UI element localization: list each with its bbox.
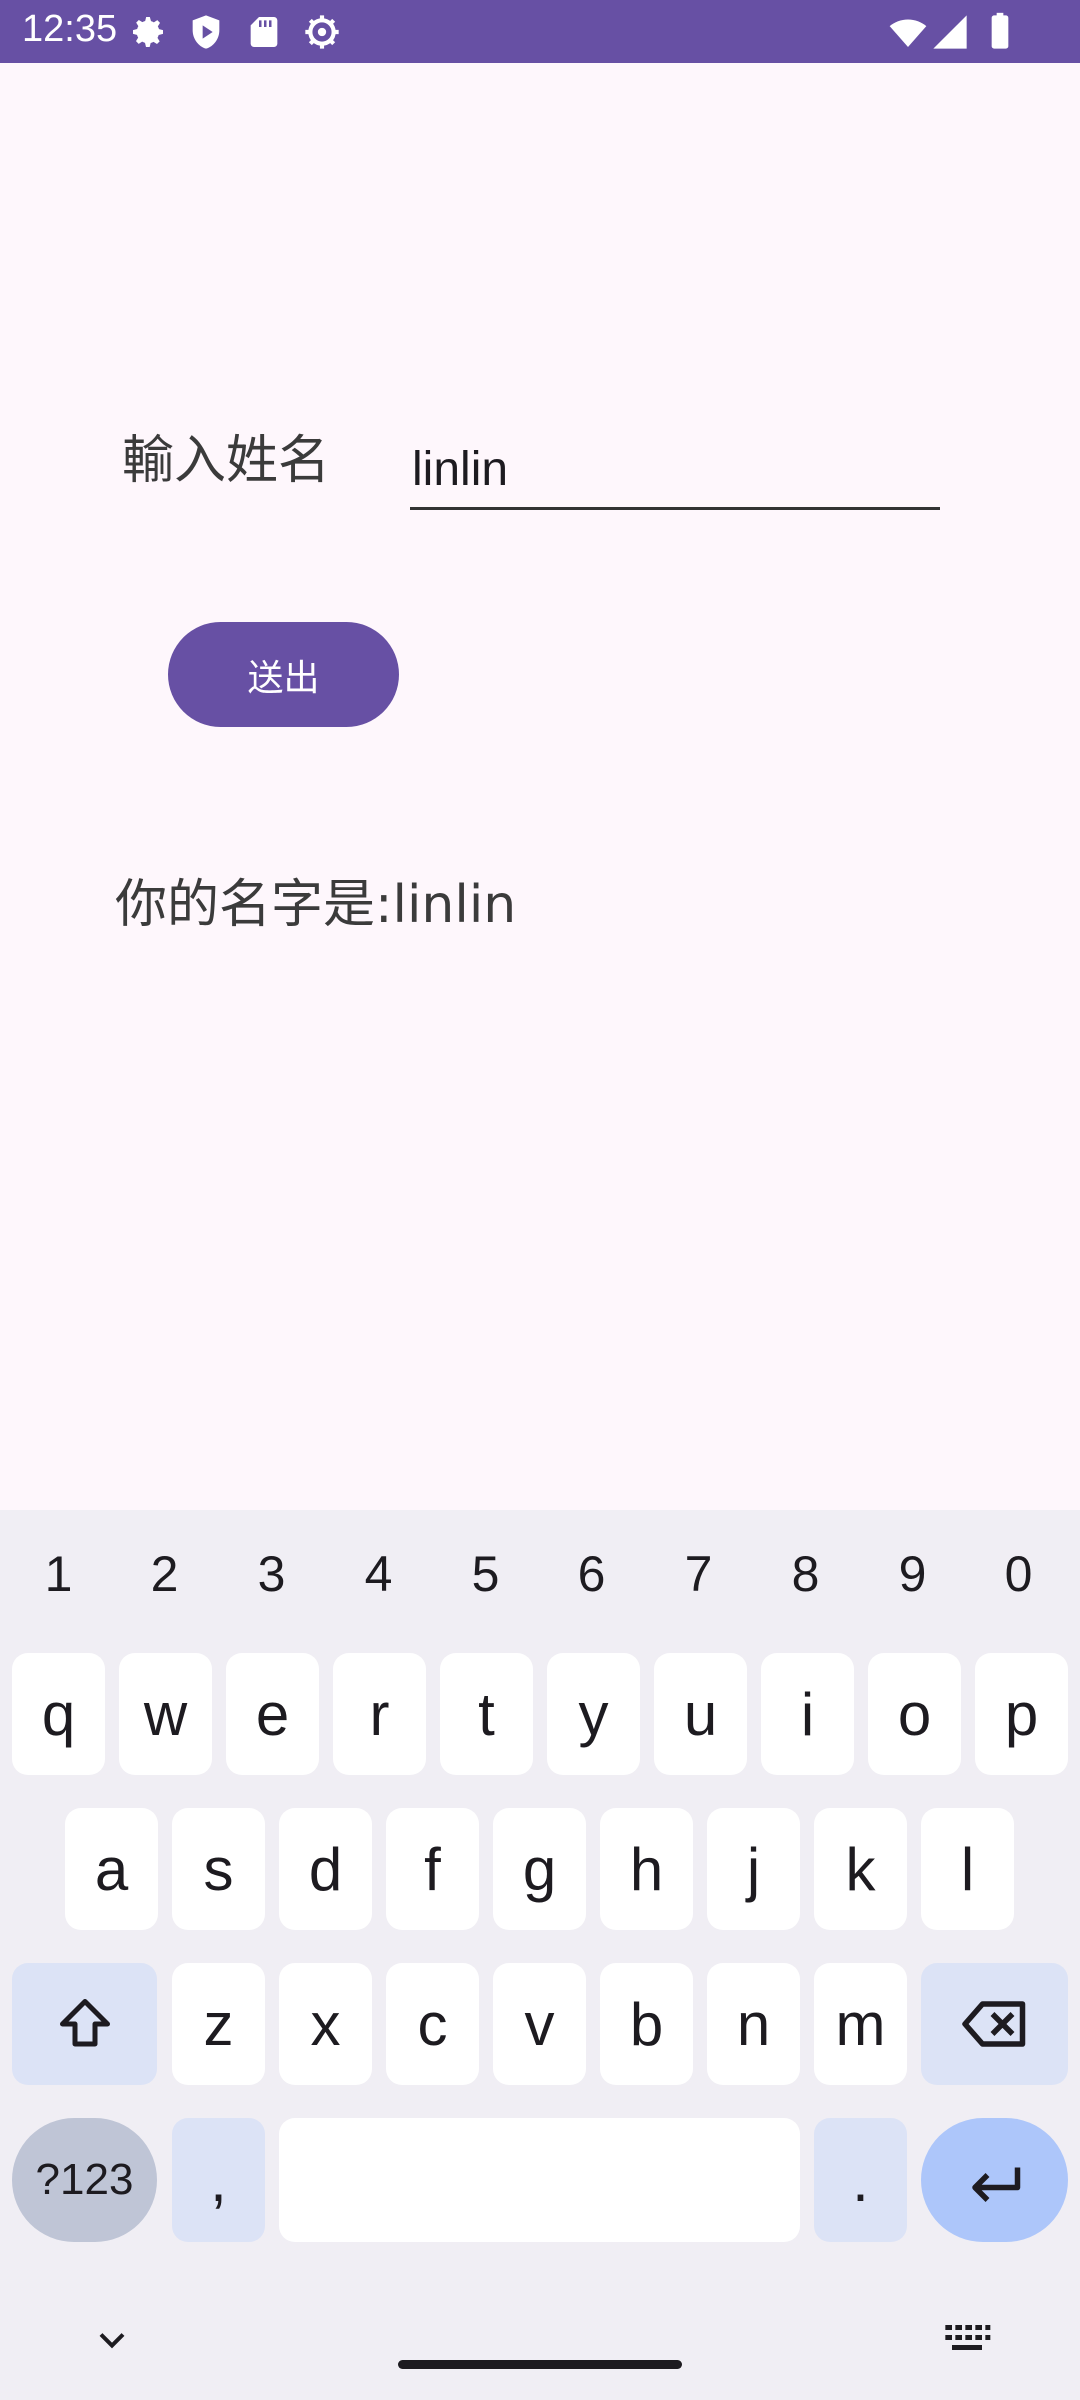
key-5[interactable]: 5 <box>432 1545 539 1625</box>
key-a[interactable]: a <box>65 1808 158 1930</box>
key-b[interactable]: b <box>600 1963 693 2085</box>
key-0[interactable]: 0 <box>965 1545 1072 1625</box>
key-r[interactable]: r <box>333 1653 426 1775</box>
result-text: 你的名字是:linlin <box>115 875 517 935</box>
settings-icon-2 <box>302 12 342 52</box>
key-u[interactable]: u <box>654 1653 747 1775</box>
battery-icon <box>980 12 1020 52</box>
backspace-icon <box>960 1994 1030 2054</box>
key-t[interactable]: t <box>440 1653 533 1775</box>
soft-keyboard: 1 2 3 4 5 6 7 8 9 0 <box>0 1510 1080 2400</box>
key-c[interactable]: c <box>386 1963 479 2085</box>
key-d[interactable]: d <box>279 1808 372 1930</box>
key-6[interactable]: 6 <box>538 1545 645 1625</box>
key-f[interactable]: f <box>386 1808 479 1930</box>
key-4[interactable]: 4 <box>325 1545 432 1625</box>
key-v[interactable]: v <box>493 1963 586 2085</box>
key-w[interactable]: w <box>119 1653 212 1775</box>
shift-key[interactable] <box>12 1963 157 2085</box>
key-l[interactable]: l <box>921 1808 1014 1930</box>
key-q[interactable]: q <box>12 1653 105 1775</box>
wifi-icon <box>888 12 928 52</box>
key-1[interactable]: 1 <box>5 1545 112 1625</box>
signal-icon <box>930 12 970 52</box>
key-o[interactable]: o <box>868 1653 961 1775</box>
submit-button[interactable]: 送出 <box>168 622 399 727</box>
keyboard-bottom-bar <box>0 2290 1080 2400</box>
key-e[interactable]: e <box>226 1653 319 1775</box>
sd-card-icon <box>244 12 284 52</box>
key-9[interactable]: 9 <box>859 1545 966 1625</box>
key-x[interactable]: x <box>279 1963 372 2085</box>
enter-icon <box>965 2155 1025 2205</box>
symbols-key[interactable]: ?123 <box>12 2118 157 2242</box>
key-i[interactable]: i <box>761 1653 854 1775</box>
status-time: 12:35 <box>22 8 118 50</box>
key-n[interactable]: n <box>707 1963 800 2085</box>
space-key[interactable] <box>279 2118 800 2242</box>
backspace-key[interactable] <box>921 1963 1068 2085</box>
name-input[interactable] <box>410 432 940 510</box>
key-k[interactable]: k <box>814 1808 907 1930</box>
chevron-down-icon[interactable] <box>90 2318 134 2362</box>
name-label: 輸入姓名 <box>122 431 331 491</box>
gesture-navigation-bar[interactable] <box>398 2360 682 2369</box>
key-y[interactable]: y <box>547 1653 640 1775</box>
comma-key[interactable]: , <box>172 2118 265 2242</box>
key-z[interactable]: z <box>172 1963 265 2085</box>
key-m[interactable]: m <box>814 1963 907 2085</box>
play-protect-icon <box>186 12 226 52</box>
key-7[interactable]: 7 <box>645 1545 752 1625</box>
number-row: 1 2 3 4 5 6 7 8 9 0 <box>0 1510 1080 1645</box>
period-key[interactable]: . <box>814 2118 907 2242</box>
key-h[interactable]: h <box>600 1808 693 1930</box>
key-3[interactable]: 3 <box>218 1545 325 1625</box>
enter-key[interactable] <box>921 2118 1068 2242</box>
key-s[interactable]: s <box>172 1808 265 1930</box>
key-2[interactable]: 2 <box>111 1545 218 1625</box>
key-g[interactable]: g <box>493 1808 586 1930</box>
key-8[interactable]: 8 <box>752 1545 859 1625</box>
keyboard-switch-icon[interactable] <box>942 2320 992 2360</box>
status-bar: 12:35 <box>0 0 1080 63</box>
key-p[interactable]: p <box>975 1653 1068 1775</box>
key-j[interactable]: j <box>707 1808 800 1930</box>
settings-icon <box>128 12 168 52</box>
shift-icon <box>55 1994 115 2054</box>
